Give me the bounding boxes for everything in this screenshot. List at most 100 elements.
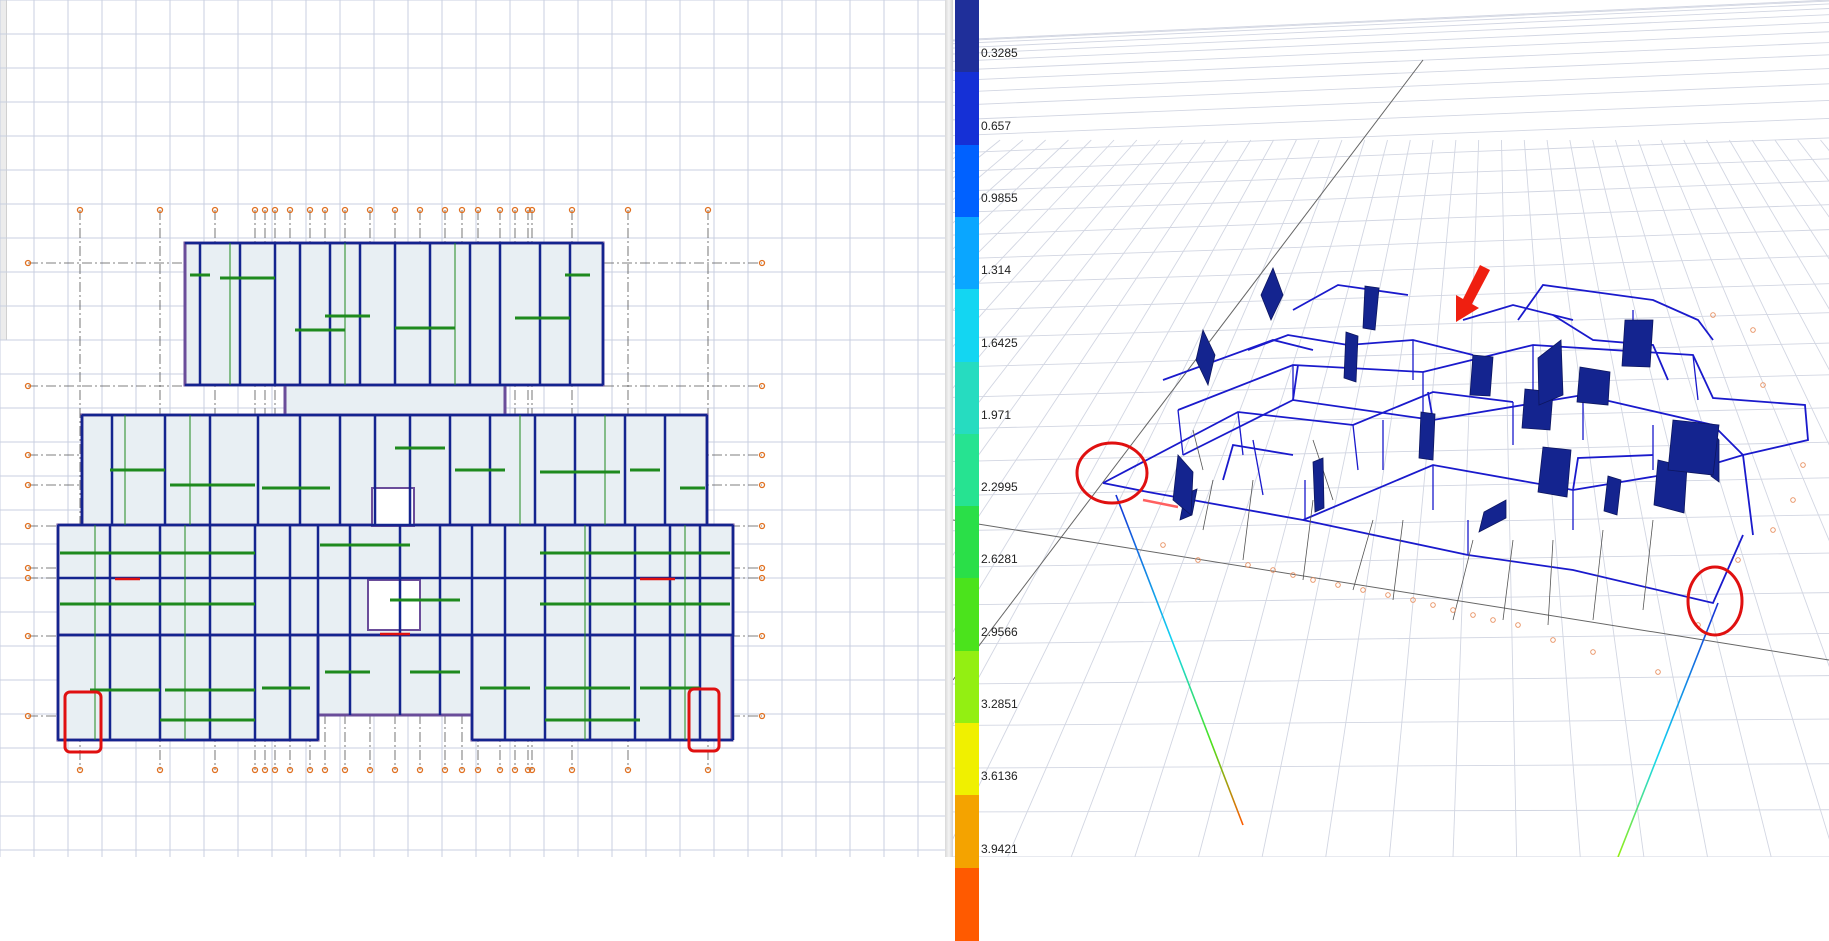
support-node	[1490, 617, 1496, 623]
legend-label: 0.657	[981, 118, 1012, 133]
shear-wall	[1469, 354, 1494, 397]
legend-swatch-6	[955, 433, 979, 508]
ground-grid-line	[953, 158, 1829, 192]
shear-wall	[1603, 475, 1622, 516]
shear-wall	[1418, 411, 1436, 461]
stair-opening	[371, 487, 415, 527]
shear-wall	[1478, 499, 1507, 533]
shear-wall-panels	[1142, 266, 1720, 533]
ground-grid-line	[1614, 139, 1829, 840]
support-node	[1245, 562, 1251, 568]
ground-grid-line	[953, 718, 1829, 726]
shear-wall	[1362, 285, 1380, 331]
frame-edge	[1102, 482, 1469, 556]
legend-label: 0.9855	[981, 190, 1018, 205]
frame-edge	[1102, 391, 1514, 484]
support-node	[1195, 557, 1201, 563]
legend-swatch-9	[955, 650, 979, 724]
shear-wall	[1537, 339, 1564, 406]
legend-label: 3.9421	[981, 841, 1018, 856]
floor-plan-viewport[interactable]	[0, 0, 945, 857]
shear-wall	[1667, 419, 1720, 476]
legend-swatch-5	[955, 361, 979, 435]
shear-wall	[1343, 331, 1359, 383]
shear-wall	[1260, 266, 1284, 321]
floor-plan-canvas	[0, 0, 945, 857]
slab-core	[283, 383, 507, 417]
legend-swatch-2	[955, 144, 979, 218]
ground-grid-line	[1452, 139, 1480, 857]
ground-grid-line	[1501, 139, 1518, 857]
ground-grid-line	[953, 809, 1829, 813]
support-node	[1770, 527, 1776, 533]
ground-grid-line	[953, 99, 1829, 137]
shear-wall	[1537, 446, 1572, 498]
thin-member	[1242, 479, 1254, 561]
ground-grid-line	[953, 137, 1829, 172]
legend-label: 1.6425	[981, 335, 1018, 350]
legend-swatch-1	[955, 72, 979, 146]
legend-label: 1.971	[981, 407, 1012, 422]
ground-grid-line	[953, 283, 1829, 311]
ground-grid-line	[953, 514, 1829, 532]
ground-grid-line	[953, 312, 1829, 339]
legend-swatch-10	[955, 723, 979, 797]
legend-swatch-7	[955, 506, 979, 580]
highlight-circle-right[interactable]	[1686, 565, 1744, 637]
support-node	[1710, 312, 1716, 318]
frame-edge	[1292, 364, 1299, 401]
legend-label: 0.3285	[981, 46, 1018, 61]
ground-grid-line	[1546, 139, 1645, 857]
support-node	[1735, 557, 1741, 563]
support-node	[1450, 607, 1456, 613]
support-node	[1335, 582, 1341, 588]
frame-edge	[1247, 334, 1474, 356]
shear-wall	[1621, 319, 1654, 368]
ground-grid-line	[1523, 139, 1581, 857]
column	[1252, 439, 1264, 496]
support-node	[1470, 612, 1476, 618]
ground-grid-line	[1007, 139, 1320, 857]
support-node	[1430, 602, 1436, 608]
support-node	[1385, 592, 1391, 598]
shear-wall	[1312, 457, 1325, 513]
legend-label: 3.2851	[981, 697, 1018, 711]
splitter-handle[interactable]	[945, 0, 953, 857]
frame-edge	[1517, 284, 1714, 341]
highlight-circle-left[interactable]	[1075, 441, 1149, 505]
support-node	[1550, 637, 1556, 643]
support-node	[1790, 497, 1796, 503]
slab-bottom-center	[316, 633, 474, 717]
ground-grid-line	[953, 118, 1829, 154]
legend-label: 3.6136	[981, 769, 1018, 784]
3d-model-viewport[interactable]	[953, 0, 1829, 857]
support-node	[1655, 669, 1661, 675]
support-node	[1310, 577, 1316, 583]
ground-grid-line	[1660, 139, 1829, 542]
ground-grid-line	[953, 180, 1829, 214]
app-window: 0.3285 0.657 0.9855 1.314 1.6425 1.971 2.2995 2…	[0, 0, 1829, 941]
legend-label: 1.314	[981, 263, 1012, 278]
ground-grid-line	[1134, 139, 1366, 857]
support-node	[1590, 649, 1596, 655]
ground-grid-line	[953, 763, 1829, 769]
column-leg	[1115, 494, 1244, 826]
3d-model-canvas	[953, 0, 1829, 857]
legend-swatch-12	[955, 867, 979, 941]
column-leg	[1617, 602, 1719, 857]
support-node	[1800, 462, 1806, 468]
legend-swatch-4	[955, 289, 979, 363]
column	[1352, 424, 1359, 471]
ground-grid-line	[1325, 139, 1434, 857]
support-node	[1750, 327, 1756, 333]
ground-grid-line	[953, 204, 1829, 236]
ground-grid-line	[1683, 139, 1829, 446]
legend-swatch-11	[955, 795, 979, 869]
legend-label: 2.9566	[981, 624, 1018, 639]
thin-member	[1547, 539, 1554, 626]
contour-color-legend: 0.3285 0.657 0.9855 1.314 1.6425 1.971 2.2995 2…	[955, 0, 1021, 941]
legend-label: 2.6281	[981, 552, 1018, 567]
ground-grid-line	[953, 255, 1829, 285]
legend-swatch-0	[955, 0, 979, 74]
support-node	[1360, 587, 1366, 593]
